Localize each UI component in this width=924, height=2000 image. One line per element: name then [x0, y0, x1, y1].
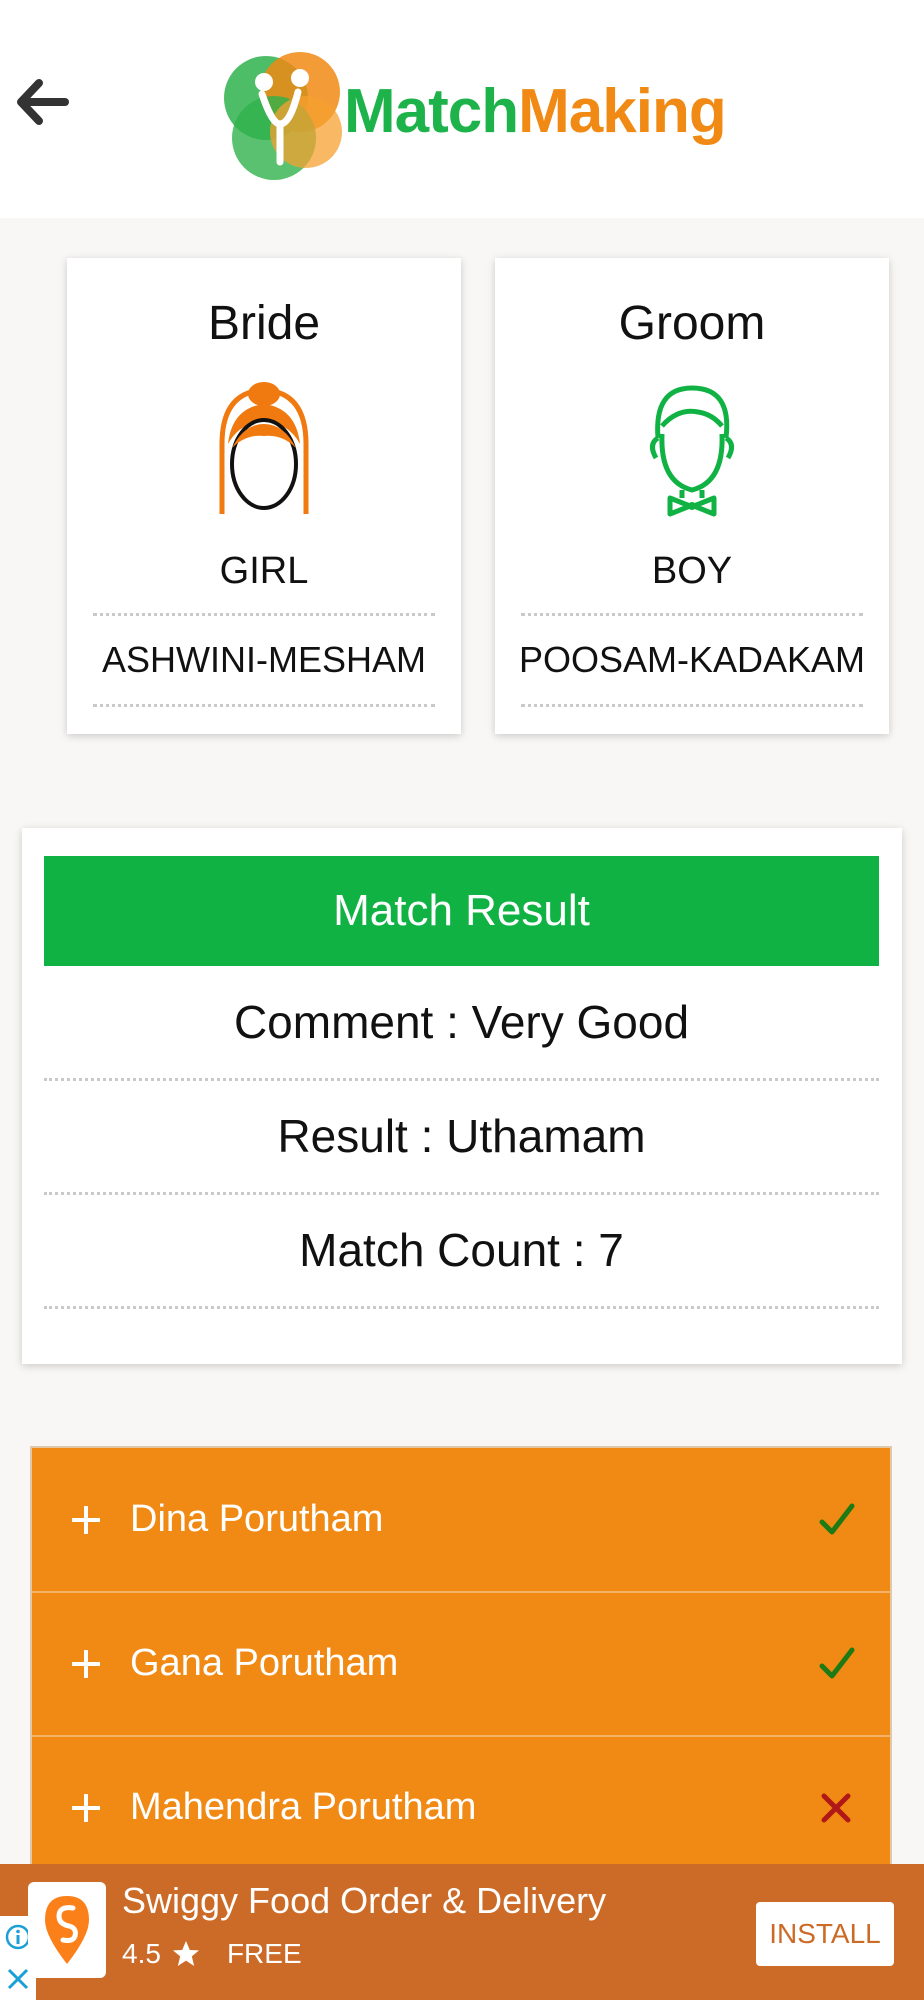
groom-title: Groom: [618, 297, 766, 350]
check-icon: [819, 1503, 855, 1534]
cross-icon: [821, 1793, 851, 1822]
app-logo: MatchMaking: [214, 28, 727, 188]
match-result-card: Match Result Comment : Very Good Result …: [22, 828, 902, 1364]
plus-icon: [72, 1793, 100, 1822]
groom-card: Groom BOY POOSAM-KADAKAM: [495, 258, 889, 734]
ad-price: FREE: [226, 1938, 302, 1969]
groom-icon: [650, 385, 734, 517]
comment-row: Comment : Very Good: [44, 966, 879, 1081]
porutham-label: Mahendra Porutham: [130, 1786, 477, 1828]
check-icon: [819, 1647, 855, 1678]
ad-meta: 4.5 FREE: [122, 1938, 302, 1970]
bride-star: ASHWINI-MESHAM: [93, 613, 435, 707]
match-result-heading: Match Result: [44, 856, 879, 966]
logo-text-match: Match: [344, 76, 519, 146]
swiggy-logo-icon: [45, 1896, 89, 1964]
install-button[interactable]: INSTALL: [756, 1902, 894, 1966]
star-icon: [172, 1941, 199, 1966]
logo-text: MatchMaking: [344, 76, 727, 147]
back-button[interactable]: [10, 70, 74, 134]
bride-card: Bride GIRL ASHWINI-MESHAM: [67, 258, 461, 734]
app-header: MatchMaking: [0, 0, 924, 218]
ad-title: Swiggy Food Order & Delivery: [122, 1880, 607, 1921]
porutham-label: Dina Porutham: [130, 1498, 384, 1540]
match-count-row: Match Count : 7: [44, 1194, 879, 1309]
plus-icon: [72, 1505, 100, 1534]
logo-text-making: Making: [518, 76, 727, 146]
porutham-row-gana[interactable]: Gana Porutham: [32, 1592, 890, 1737]
porutham-row-mahendra[interactable]: Mahendra Porutham: [32, 1736, 890, 1881]
arrow-left-icon: [17, 79, 69, 125]
groom-star: POOSAM-KADAKAM: [519, 613, 865, 707]
bride-icon: [219, 382, 309, 514]
bride-gender: GIRL: [219, 550, 309, 592]
porutham-label: Gana Porutham: [130, 1642, 399, 1684]
logo-mark-icon: [224, 52, 342, 180]
groom-gender: BOY: [651, 550, 733, 592]
ad-rating: 4.5: [122, 1938, 161, 1969]
ad-banner[interactable]: Swiggy Food Order & Delivery 4.5 FREE IN…: [0, 1864, 924, 2000]
porutham-row-dina[interactable]: Dina Porutham: [32, 1448, 890, 1593]
swiggy-logo: [28, 1882, 106, 1978]
porutham-list: Dina Porutham Gana Porutham Mahendra Por…: [30, 1446, 892, 1881]
bride-title: Bride: [207, 297, 321, 350]
result-row: Result : Uthamam: [44, 1080, 879, 1195]
plus-icon: [72, 1649, 100, 1678]
